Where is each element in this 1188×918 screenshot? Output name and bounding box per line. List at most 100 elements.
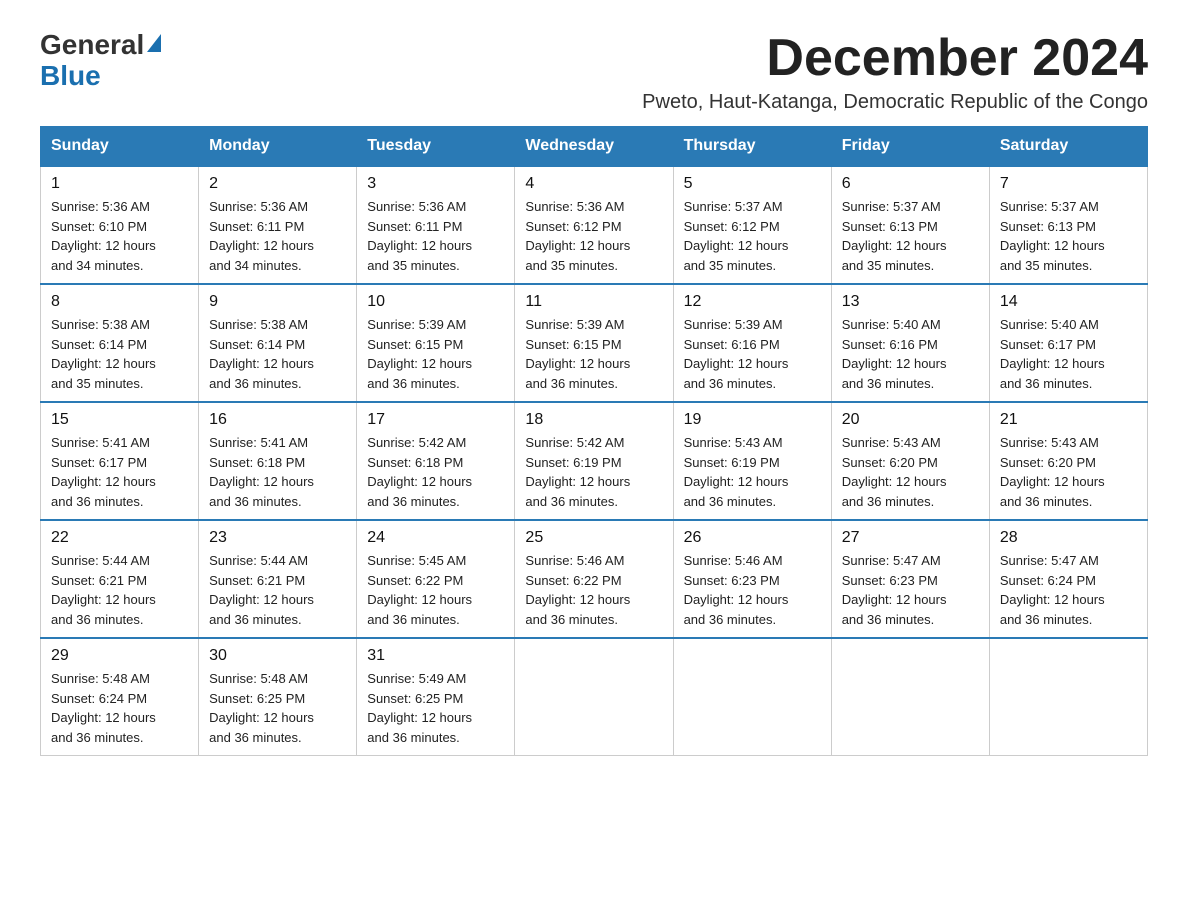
day-info: Sunrise: 5:44 AMSunset: 6:21 PMDaylight:… <box>51 553 156 627</box>
calendar-cell <box>673 638 831 756</box>
calendar-cell: 20 Sunrise: 5:43 AMSunset: 6:20 PMDaylig… <box>831 402 989 520</box>
calendar-cell: 24 Sunrise: 5:45 AMSunset: 6:22 PMDaylig… <box>357 520 515 638</box>
calendar-cell: 3 Sunrise: 5:36 AMSunset: 6:11 PMDayligh… <box>357 166 515 284</box>
day-number: 7 <box>1000 175 1137 193</box>
weekday-header-monday: Monday <box>199 127 357 167</box>
day-number: 28 <box>1000 529 1137 547</box>
day-number: 29 <box>51 647 188 665</box>
day-info: Sunrise: 5:42 AMSunset: 6:18 PMDaylight:… <box>367 435 472 509</box>
day-info: Sunrise: 5:41 AMSunset: 6:17 PMDaylight:… <box>51 435 156 509</box>
calendar-cell: 27 Sunrise: 5:47 AMSunset: 6:23 PMDaylig… <box>831 520 989 638</box>
day-info: Sunrise: 5:46 AMSunset: 6:23 PMDaylight:… <box>684 553 789 627</box>
day-number: 24 <box>367 529 504 547</box>
day-info: Sunrise: 5:39 AMSunset: 6:16 PMDaylight:… <box>684 317 789 391</box>
day-info: Sunrise: 5:43 AMSunset: 6:20 PMDaylight:… <box>842 435 947 509</box>
day-number: 10 <box>367 293 504 311</box>
day-info: Sunrise: 5:37 AMSunset: 6:13 PMDaylight:… <box>842 199 947 273</box>
page-header: General Blue December 2024 Pweto, Haut-K… <box>40 30 1148 114</box>
day-info: Sunrise: 5:48 AMSunset: 6:25 PMDaylight:… <box>209 671 314 745</box>
calendar-cell <box>515 638 673 756</box>
day-info: Sunrise: 5:43 AMSunset: 6:19 PMDaylight:… <box>684 435 789 509</box>
day-info: Sunrise: 5:40 AMSunset: 6:16 PMDaylight:… <box>842 317 947 391</box>
calendar-cell: 6 Sunrise: 5:37 AMSunset: 6:13 PMDayligh… <box>831 166 989 284</box>
calendar-cell <box>989 638 1147 756</box>
calendar-week-4: 22 Sunrise: 5:44 AMSunset: 6:21 PMDaylig… <box>41 520 1148 638</box>
day-info: Sunrise: 5:41 AMSunset: 6:18 PMDaylight:… <box>209 435 314 509</box>
day-info: Sunrise: 5:47 AMSunset: 6:23 PMDaylight:… <box>842 553 947 627</box>
calendar-cell: 2 Sunrise: 5:36 AMSunset: 6:11 PMDayligh… <box>199 166 357 284</box>
day-info: Sunrise: 5:36 AMSunset: 6:11 PMDaylight:… <box>367 199 472 273</box>
calendar-cell: 1 Sunrise: 5:36 AMSunset: 6:10 PMDayligh… <box>41 166 199 284</box>
day-info: Sunrise: 5:36 AMSunset: 6:11 PMDaylight:… <box>209 199 314 273</box>
day-number: 16 <box>209 411 346 429</box>
day-info: Sunrise: 5:44 AMSunset: 6:21 PMDaylight:… <box>209 553 314 627</box>
day-number: 25 <box>525 529 662 547</box>
calendar-cell: 19 Sunrise: 5:43 AMSunset: 6:19 PMDaylig… <box>673 402 831 520</box>
location-title: Pweto, Haut-Katanga, Democratic Republic… <box>642 91 1148 114</box>
day-info: Sunrise: 5:42 AMSunset: 6:19 PMDaylight:… <box>525 435 630 509</box>
day-info: Sunrise: 5:49 AMSunset: 6:25 PMDaylight:… <box>367 671 472 745</box>
day-number: 11 <box>525 293 662 311</box>
calendar-week-3: 15 Sunrise: 5:41 AMSunset: 6:17 PMDaylig… <box>41 402 1148 520</box>
day-number: 26 <box>684 529 821 547</box>
day-number: 9 <box>209 293 346 311</box>
day-number: 18 <box>525 411 662 429</box>
logo-triangle-icon <box>147 34 161 57</box>
calendar-cell: 22 Sunrise: 5:44 AMSunset: 6:21 PMDaylig… <box>41 520 199 638</box>
calendar-cell: 11 Sunrise: 5:39 AMSunset: 6:15 PMDaylig… <box>515 284 673 402</box>
calendar-body: 1 Sunrise: 5:36 AMSunset: 6:10 PMDayligh… <box>41 166 1148 756</box>
calendar-cell: 23 Sunrise: 5:44 AMSunset: 6:21 PMDaylig… <box>199 520 357 638</box>
calendar-cell: 29 Sunrise: 5:48 AMSunset: 6:24 PMDaylig… <box>41 638 199 756</box>
day-info: Sunrise: 5:36 AMSunset: 6:12 PMDaylight:… <box>525 199 630 273</box>
day-number: 3 <box>367 175 504 193</box>
calendar-cell: 26 Sunrise: 5:46 AMSunset: 6:23 PMDaylig… <box>673 520 831 638</box>
day-number: 19 <box>684 411 821 429</box>
day-number: 27 <box>842 529 979 547</box>
day-info: Sunrise: 5:38 AMSunset: 6:14 PMDaylight:… <box>51 317 156 391</box>
weekday-header-thursday: Thursday <box>673 127 831 167</box>
day-info: Sunrise: 5:45 AMSunset: 6:22 PMDaylight:… <box>367 553 472 627</box>
day-number: 21 <box>1000 411 1137 429</box>
day-number: 22 <box>51 529 188 547</box>
day-number: 2 <box>209 175 346 193</box>
day-info: Sunrise: 5:39 AMSunset: 6:15 PMDaylight:… <box>367 317 472 391</box>
month-title: December 2024 <box>642 30 1148 87</box>
day-number: 31 <box>367 647 504 665</box>
calendar-cell: 30 Sunrise: 5:48 AMSunset: 6:25 PMDaylig… <box>199 638 357 756</box>
calendar-cell <box>831 638 989 756</box>
day-info: Sunrise: 5:36 AMSunset: 6:10 PMDaylight:… <box>51 199 156 273</box>
title-area: December 2024 Pweto, Haut-Katanga, Democ… <box>642 30 1148 114</box>
weekday-header-wednesday: Wednesday <box>515 127 673 167</box>
calendar-cell: 21 Sunrise: 5:43 AMSunset: 6:20 PMDaylig… <box>989 402 1147 520</box>
calendar-cell: 31 Sunrise: 5:49 AMSunset: 6:25 PMDaylig… <box>357 638 515 756</box>
day-number: 23 <box>209 529 346 547</box>
weekday-header-friday: Friday <box>831 127 989 167</box>
day-number: 5 <box>684 175 821 193</box>
day-info: Sunrise: 5:37 AMSunset: 6:12 PMDaylight:… <box>684 199 789 273</box>
weekday-header-row: SundayMondayTuesdayWednesdayThursdayFrid… <box>41 127 1148 167</box>
weekday-header-tuesday: Tuesday <box>357 127 515 167</box>
day-number: 30 <box>209 647 346 665</box>
calendar-cell: 4 Sunrise: 5:36 AMSunset: 6:12 PMDayligh… <box>515 166 673 284</box>
day-number: 14 <box>1000 293 1137 311</box>
day-info: Sunrise: 5:38 AMSunset: 6:14 PMDaylight:… <box>209 317 314 391</box>
weekday-header-sunday: Sunday <box>41 127 199 167</box>
day-number: 15 <box>51 411 188 429</box>
calendar-cell: 12 Sunrise: 5:39 AMSunset: 6:16 PMDaylig… <box>673 284 831 402</box>
logo: General Blue <box>40 30 161 92</box>
calendar-cell: 15 Sunrise: 5:41 AMSunset: 6:17 PMDaylig… <box>41 402 199 520</box>
calendar-cell: 8 Sunrise: 5:38 AMSunset: 6:14 PMDayligh… <box>41 284 199 402</box>
calendar-week-1: 1 Sunrise: 5:36 AMSunset: 6:10 PMDayligh… <box>41 166 1148 284</box>
day-info: Sunrise: 5:46 AMSunset: 6:22 PMDaylight:… <box>525 553 630 627</box>
calendar-week-2: 8 Sunrise: 5:38 AMSunset: 6:14 PMDayligh… <box>41 284 1148 402</box>
day-number: 4 <box>525 175 662 193</box>
calendar-cell: 25 Sunrise: 5:46 AMSunset: 6:22 PMDaylig… <box>515 520 673 638</box>
day-number: 12 <box>684 293 821 311</box>
calendar-cell: 17 Sunrise: 5:42 AMSunset: 6:18 PMDaylig… <box>357 402 515 520</box>
calendar-cell: 13 Sunrise: 5:40 AMSunset: 6:16 PMDaylig… <box>831 284 989 402</box>
calendar-week-5: 29 Sunrise: 5:48 AMSunset: 6:24 PMDaylig… <box>41 638 1148 756</box>
calendar-table: SundayMondayTuesdayWednesdayThursdayFrid… <box>40 126 1148 756</box>
calendar-cell: 5 Sunrise: 5:37 AMSunset: 6:12 PMDayligh… <box>673 166 831 284</box>
calendar-cell: 10 Sunrise: 5:39 AMSunset: 6:15 PMDaylig… <box>357 284 515 402</box>
day-info: Sunrise: 5:39 AMSunset: 6:15 PMDaylight:… <box>525 317 630 391</box>
